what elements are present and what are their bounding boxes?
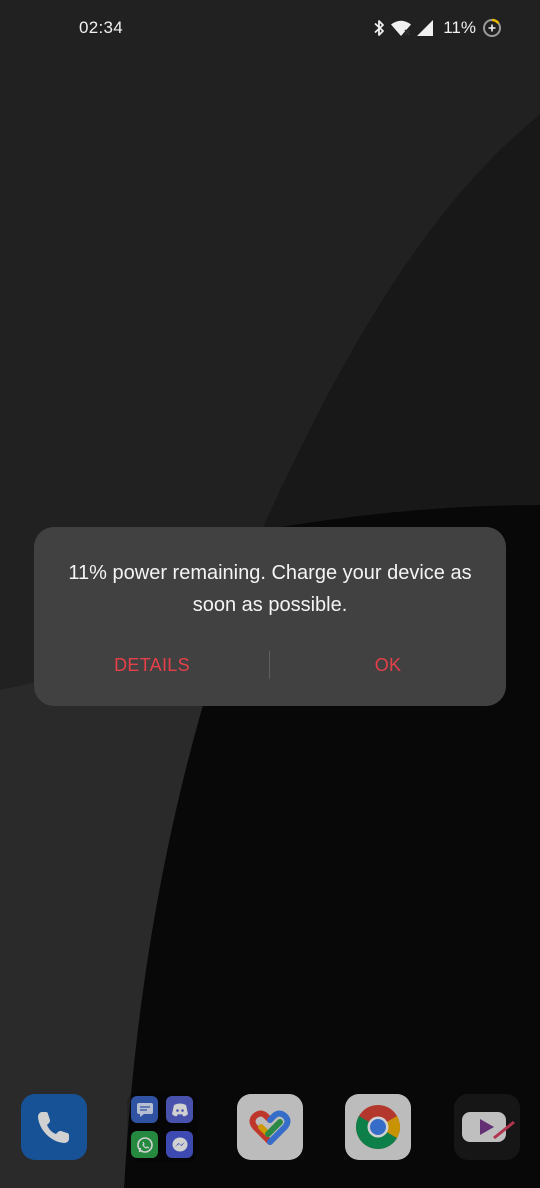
dialog-message: 11% power remaining. Charge your device …	[68, 562, 472, 616]
battery-percent: 11%	[443, 18, 476, 37]
battery-saver-icon	[482, 18, 502, 38]
google-fit-app[interactable]	[237, 1094, 303, 1160]
dock-dim	[21, 1094, 87, 1160]
apps-folder[interactable]	[127, 1092, 197, 1162]
dialog-actions: DETAILS OK	[34, 645, 506, 685]
status-icons: 11%	[373, 17, 502, 39]
signal-icon	[417, 20, 434, 36]
dock-dim	[454, 1094, 520, 1160]
dock-dim	[345, 1094, 411, 1160]
bluetooth-icon	[373, 19, 385, 37]
app-dock	[0, 1092, 540, 1162]
youtube-app[interactable]	[454, 1094, 520, 1160]
low-battery-dialog: 11% power remaining. Charge your device …	[34, 527, 506, 706]
details-button[interactable]: DETAILS	[34, 645, 270, 685]
status-time: 02:34	[79, 18, 124, 37]
wifi-icon	[391, 20, 412, 36]
ok-button[interactable]: OK	[270, 645, 506, 685]
chrome-app[interactable]	[345, 1094, 411, 1160]
dock-dim	[237, 1094, 303, 1160]
phone-app[interactable]	[21, 1094, 87, 1160]
dock-dim	[127, 1092, 197, 1162]
status-bar: 02:34 11%	[0, 0, 540, 58]
